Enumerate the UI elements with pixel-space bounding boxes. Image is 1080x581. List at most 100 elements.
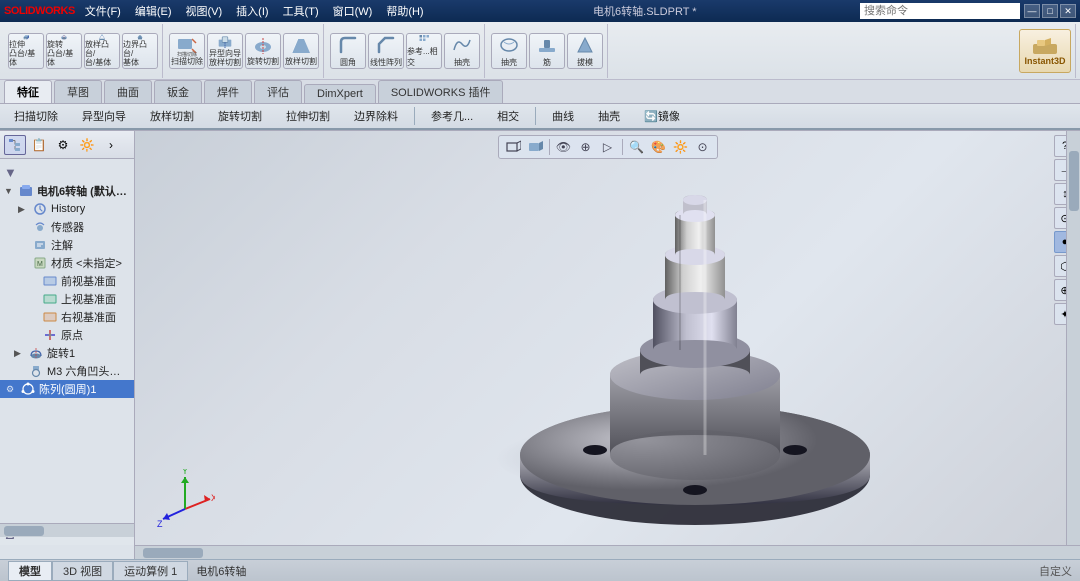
- wrap-button[interactable]: 抽壳: [491, 33, 527, 69]
- second-toolbar-mirror[interactable]: 🔄镜像: [634, 106, 690, 126]
- history-icon: [32, 201, 48, 217]
- tab-evaluate[interactable]: 评估: [254, 80, 302, 103]
- tab-feature[interactable]: 特征: [4, 80, 52, 103]
- front-plane-icon: [42, 273, 58, 289]
- extrude-boss-button[interactable]: 拉伸 拉伸凸台/基体: [8, 33, 44, 69]
- second-toolbar-btn1[interactable]: 扫描切除: [4, 106, 68, 126]
- menu-edit[interactable]: 编辑(E): [129, 2, 178, 20]
- tab-sheetmetal[interactable]: 钣金: [154, 80, 202, 103]
- fillet-button[interactable]: 圆角: [330, 33, 366, 69]
- tab-surface[interactable]: 曲面: [104, 80, 152, 103]
- feature-tree: ▼ ▼ 电机6转轴 (默认<<默认>显... ▶ History: [0, 159, 134, 523]
- title-bar: SOLIDWORKS 文件(F) 编辑(E) 视图(V) 插入(I) 工具(T)…: [0, 0, 1080, 22]
- pattern1-icon: [20, 381, 36, 397]
- bottom-scrollbar[interactable]: [0, 523, 134, 537]
- coordinate-indicator: X Y Z: [155, 469, 215, 529]
- features-row: 圆角 线性阵列 参考...相交 抽壳: [330, 33, 480, 69]
- tree-pattern1-item[interactable]: ⚙ 陈列(圆周)1: [0, 380, 134, 398]
- filter-icon: ▼: [4, 165, 17, 180]
- right-plane-label: 右视基准面: [61, 309, 116, 325]
- top-plane-icon: [42, 291, 58, 307]
- maximize-button[interactable]: □: [1042, 4, 1058, 18]
- history-label: History: [51, 203, 85, 215]
- second-toolbar-curves[interactable]: 曲线: [542, 106, 584, 126]
- loft-boss-button[interactable]: 放样凸台/台/基体: [84, 33, 120, 69]
- draft-button[interactable]: 拔模: [567, 33, 603, 69]
- tree-top-plane-item[interactable]: ▶ 上视基准面: [0, 290, 134, 308]
- tree-origin-item[interactable]: ▶ 原点: [0, 326, 134, 344]
- revolve1-icon: [28, 345, 44, 361]
- panel-icon-feature-tree[interactable]: [4, 135, 26, 155]
- tree-material-item[interactable]: ▶ M 材质 <未指定>: [0, 254, 134, 272]
- scan-equal-button[interactable]: 扫描切除 扫描切除: [169, 33, 205, 69]
- window-title: 电机6转轴.SLDPRT *: [593, 3, 697, 19]
- toolbar-area: 拉伸 拉伸凸台/基体 旋转凸台/基体 放样凸台/台/基体 边界凸台/基体: [0, 22, 1080, 131]
- h-scroll-thumb[interactable]: [143, 548, 203, 558]
- rib-button[interactable]: 筋: [529, 33, 565, 69]
- panel-icon-property[interactable]: 📋: [28, 135, 50, 155]
- second-toolbar-btn5[interactable]: 拉伸切割: [276, 106, 340, 126]
- menu-tools[interactable]: 工具(T): [277, 2, 325, 20]
- m3bolt-label: M3 六角凹头螺钉的柱形孔示...: [47, 363, 130, 379]
- tab-weld[interactable]: 焊件: [204, 80, 252, 103]
- second-toolbar-intersect[interactable]: 相交: [487, 106, 529, 126]
- curves-button[interactable]: 抽壳: [444, 33, 480, 69]
- menu-window[interactable]: 窗口(W): [327, 2, 379, 20]
- linear-pattern-button[interactable]: 参考...相交: [406, 33, 442, 69]
- close-button[interactable]: ✕: [1060, 4, 1076, 18]
- extrude-cut-button[interactable]: 异型向导放样切割: [207, 33, 243, 69]
- cut-row: 扫描切除 扫描切除 异型向导放样切割 旋转切割 放样切割: [169, 33, 319, 69]
- bottom-scroll-thumb[interactable]: [4, 526, 44, 536]
- boss-base-group: 拉伸 拉伸凸台/基体 旋转凸台/基体 放样凸台/台/基体 边界凸台/基体: [4, 24, 163, 78]
- root-arrow: ▼: [4, 186, 18, 196]
- tab-sketch[interactable]: 草图: [54, 80, 102, 103]
- tree-front-plane-item[interactable]: ▶ 前视基准面: [0, 272, 134, 290]
- menu-view[interactable]: 视图(V): [180, 2, 229, 20]
- revolve-cut-button[interactable]: 旋转切割: [245, 33, 281, 69]
- panel-icon-config[interactable]: ⚙: [52, 135, 74, 155]
- status-bar: 模型 3D 视图 运动算例 1 电机6转轴 自定义: [0, 559, 1080, 581]
- second-toolbar-btn2[interactable]: 异型向导: [72, 106, 136, 126]
- search-input[interactable]: [860, 3, 1020, 19]
- tree-sensor-item[interactable]: ▶ 传感器: [0, 218, 134, 236]
- panel-icon-display[interactable]: 🔆: [76, 135, 98, 155]
- tree-root-item[interactable]: ▼ 电机6转轴 (默认<<默认>显...: [0, 182, 134, 200]
- second-toolbar-ref-geo[interactable]: 参考几...: [421, 106, 483, 126]
- status-tab-motion[interactable]: 运动算例 1: [113, 561, 188, 581]
- second-toolbar-btn6[interactable]: 边界除料: [344, 106, 408, 126]
- top-plane-label: 上视基准面: [61, 291, 116, 307]
- status-right[interactable]: 自定义: [1039, 563, 1072, 579]
- v-scroll-thumb[interactable]: [1069, 151, 1079, 211]
- boundary-boss-button[interactable]: 边界凸台/基体: [122, 33, 158, 69]
- viewport[interactable]: 👁 ⊕ ▷ 🔍 🎨 🔆 ⊙: [135, 131, 1080, 559]
- more-row: 抽壳 筋 拔模: [491, 33, 603, 69]
- revolve-boss-button[interactable]: 旋转凸台/基体: [46, 33, 82, 69]
- status-tab-3dview[interactable]: 3D 视图: [52, 561, 113, 581]
- chamfer-button[interactable]: 线性阵列: [368, 33, 404, 69]
- tree-m3bolt-item[interactable]: ▶ M3 六角凹头螺钉的柱形孔示...: [0, 362, 134, 380]
- panel-icon-expand[interactable]: ›: [100, 135, 122, 155]
- instant3d-button[interactable]: Instant3D: [1019, 29, 1071, 73]
- v-scrollbar[interactable]: [1066, 131, 1080, 545]
- menu-help[interactable]: 帮助(H): [380, 2, 429, 20]
- svg-text:Z: Z: [157, 519, 163, 529]
- tree-history-item[interactable]: ▶ History: [0, 200, 134, 218]
- tab-dimxpert[interactable]: DimXpert: [304, 84, 376, 103]
- loft-cut-button[interactable]: 放样切割: [283, 33, 319, 69]
- second-toolbar-btn3[interactable]: 放样切割: [140, 106, 204, 126]
- minimize-button[interactable]: —: [1024, 4, 1040, 18]
- second-toolbar-instantiate[interactable]: 抽壳: [588, 106, 630, 126]
- tab-addins[interactable]: SOLIDWORKS 插件: [378, 80, 504, 103]
- h-scrollbar[interactable]: [135, 545, 1080, 559]
- menu-file[interactable]: 文件(F): [79, 2, 127, 20]
- material-label: 材质 <未指定>: [51, 255, 122, 271]
- tree-annotation-item[interactable]: ▶ 注解: [0, 236, 134, 254]
- menu-insert[interactable]: 插入(I): [230, 2, 274, 20]
- 3d-model: [395, 135, 915, 555]
- second-toolbar-btn4[interactable]: 旋转切割: [208, 106, 272, 126]
- status-tab-model[interactable]: 模型: [8, 561, 52, 581]
- tree-right-plane-item[interactable]: ▶ 右视基准面: [0, 308, 134, 326]
- tree-revolve1-item[interactable]: ▶ 旋转1: [0, 344, 134, 362]
- solidworks-logo: SOLIDWORKS: [4, 5, 75, 17]
- sensor-icon: [32, 219, 48, 235]
